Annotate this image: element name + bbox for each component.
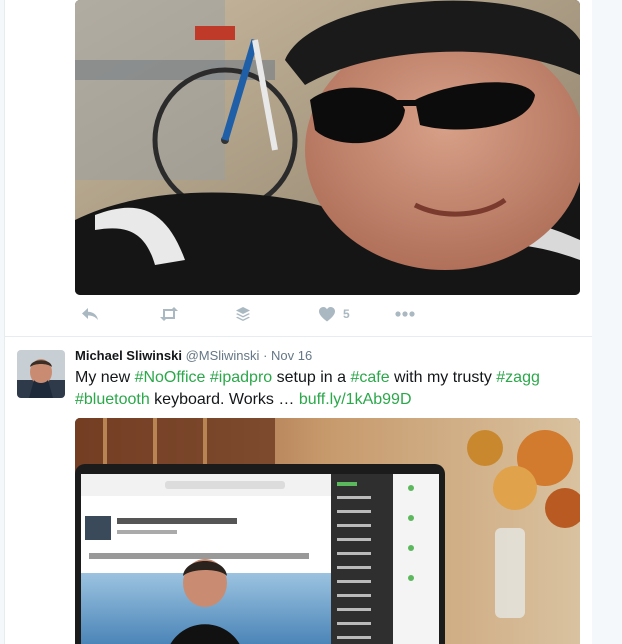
text-part: keyboard. Works …	[149, 391, 299, 408]
retweet-icon	[160, 307, 178, 321]
tweet-2-photo[interactable]	[75, 418, 580, 644]
reply-button[interactable]	[81, 303, 99, 325]
text-part: My new	[75, 369, 135, 386]
page-background-edge	[592, 0, 622, 644]
reply-icon	[82, 308, 98, 320]
hashtag-ipadpro[interactable]: #ipadpro	[210, 369, 272, 386]
tweet-text: My new #NoOffice #ipadpro setup in a #ca…	[75, 367, 580, 411]
hashtag-bluetooth[interactable]: #bluetooth	[75, 391, 150, 408]
tweet-1-photo[interactable]	[75, 0, 580, 295]
tweet-2[interactable]: Michael Sliwinski @MSliwinski · Nov 16 M…	[5, 337, 592, 644]
retweet-button[interactable]	[159, 303, 179, 325]
separator-dot: ·	[263, 348, 268, 363]
more-button[interactable]	[395, 303, 415, 325]
hashtag-zagg[interactable]: #zagg	[496, 369, 540, 386]
author-name[interactable]: Michael Sliwinski	[75, 348, 182, 363]
avatar[interactable]	[17, 350, 65, 398]
more-icon	[395, 311, 415, 317]
tweet-1[interactable]: 5	[5, 0, 592, 337]
tweet-link[interactable]: buff.ly/1kAb99D	[299, 391, 412, 408]
tweet-timestamp[interactable]: Nov 16	[271, 348, 312, 363]
buffer-button[interactable]	[235, 303, 251, 325]
text-part: with my trusty	[389, 369, 497, 386]
tweet-1-actions: 5	[75, 303, 495, 325]
text-part: setup in a	[272, 369, 351, 386]
author-username[interactable]: @MSliwinski	[186, 348, 260, 363]
tweet-header: Michael Sliwinski @MSliwinski · Nov 16	[75, 348, 312, 363]
timeline-stream: 5 Michael Sliwinski @MSliwinski · Nov 16…	[4, 0, 593, 644]
like-count: 5	[343, 307, 350, 321]
heart-icon	[319, 306, 335, 321]
hashtag-nooffice[interactable]: #NoOffice	[135, 369, 206, 386]
like-button[interactable]: 5	[319, 303, 350, 325]
buffer-stack-icon	[236, 307, 250, 321]
hashtag-cafe[interactable]: #cafe	[350, 369, 389, 386]
